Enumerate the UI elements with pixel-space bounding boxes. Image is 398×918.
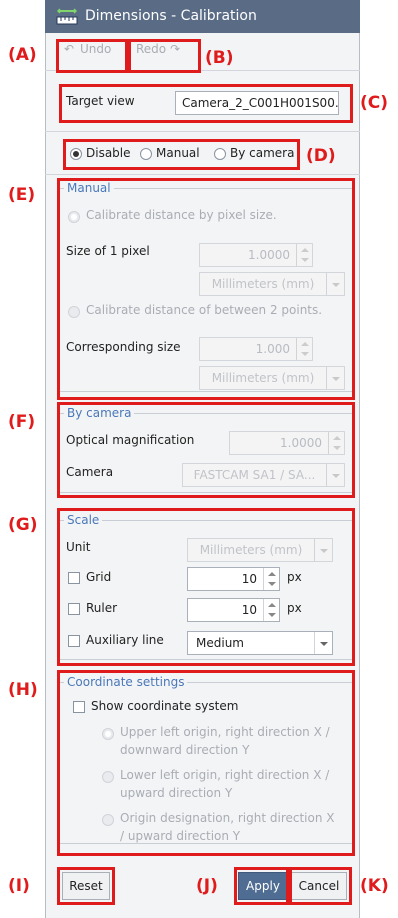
window-title-bar: Dimensions - Calibration bbox=[45, 0, 360, 33]
annotation-box-e bbox=[57, 178, 355, 400]
callout-i: (I) bbox=[8, 876, 30, 896]
callout-j: (J) bbox=[196, 876, 218, 896]
annotation-box-f bbox=[57, 402, 355, 498]
annotation-box-k bbox=[289, 867, 352, 905]
callout-f: (F) bbox=[8, 412, 36, 432]
annotation-box-i bbox=[57, 867, 115, 905]
callout-d: (D) bbox=[306, 146, 336, 166]
divider bbox=[45, 174, 360, 175]
callout-c: (C) bbox=[360, 93, 389, 113]
annotation-box-c bbox=[59, 84, 353, 123]
callout-k: (K) bbox=[360, 876, 389, 896]
callout-a: (A) bbox=[8, 45, 37, 65]
annotation-box-j bbox=[234, 867, 289, 905]
callout-e: (E) bbox=[8, 185, 36, 205]
callout-g: (G) bbox=[8, 515, 38, 535]
divider bbox=[45, 131, 360, 132]
annotation-box-b bbox=[128, 39, 201, 73]
callout-h: (H) bbox=[8, 680, 38, 700]
annotation-box-g bbox=[57, 508, 355, 666]
annotation-box-h bbox=[57, 670, 355, 856]
callout-b: (B) bbox=[205, 48, 234, 68]
ruler-icon bbox=[56, 8, 78, 25]
annotation-box-a bbox=[56, 39, 128, 73]
annotation-box-d bbox=[63, 139, 300, 170]
window-title: Dimensions - Calibration bbox=[85, 8, 257, 24]
